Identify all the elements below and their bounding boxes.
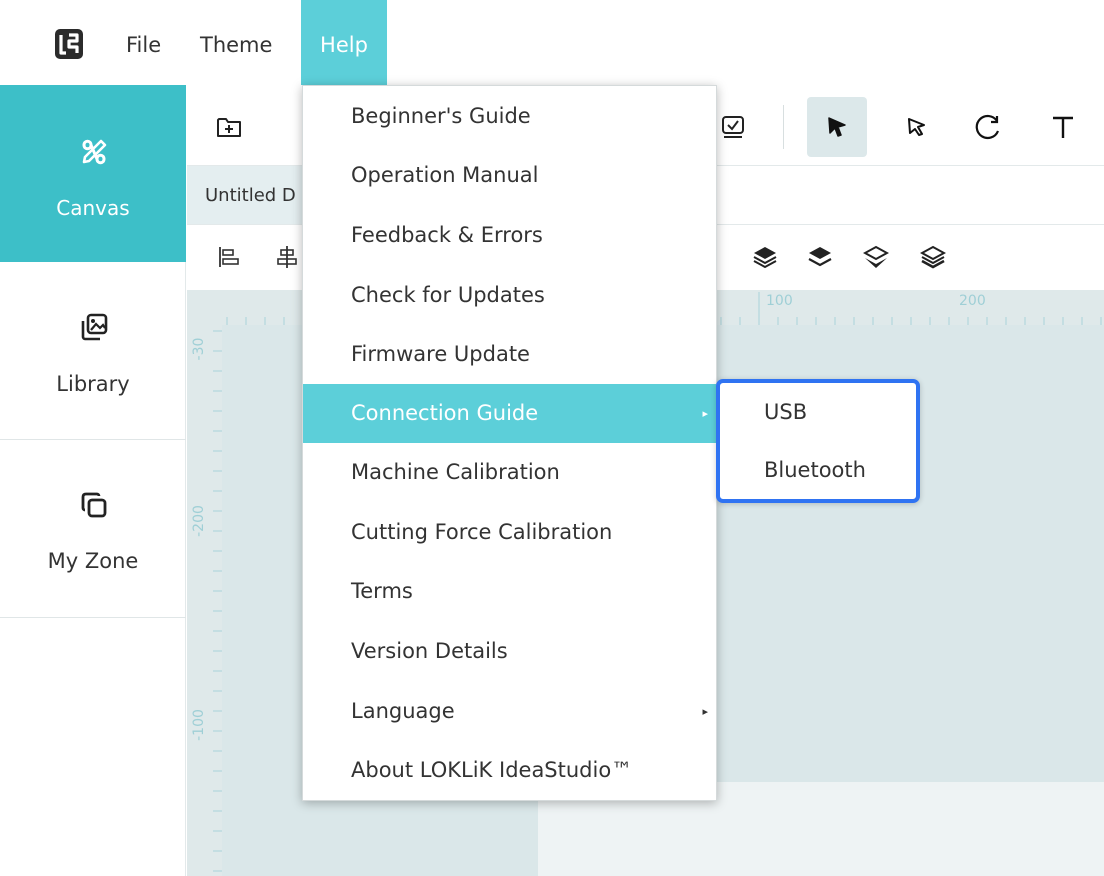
toolbar-divider [783,105,784,149]
sidebar-item-library[interactable]: Library [0,262,186,440]
select-tool-button[interactable] [807,97,867,157]
help-dropdown-menu: Beginner's Guide Operation Manual Feedba… [302,85,717,801]
bring-to-front-icon[interactable] [752,244,778,270]
ruler-label-200: 200 [959,293,986,309]
add-folder-button[interactable] [199,97,259,157]
menu-file[interactable]: File [126,0,161,85]
my-zone-icon [81,492,107,518]
help-item-feedback-errors[interactable]: Feedback & Errors [303,206,716,265]
help-item-firmware-update[interactable]: Firmware Update [303,325,716,384]
help-item-beginners-guide[interactable]: Beginner's Guide [303,87,716,146]
help-item-terms[interactable]: Terms [303,562,716,621]
sidebar-item-canvas-label: Canvas [56,196,130,220]
canvas-icon [82,139,107,165]
help-item-version-details[interactable]: Version Details [303,622,716,681]
help-item-connection-guide[interactable]: Connection Guide ▸ [303,384,716,443]
send-to-back-icon[interactable] [920,244,946,270]
submenu-item-usb[interactable]: USB [720,383,916,441]
align-center-icon[interactable] [275,245,299,269]
library-icon [81,313,108,341]
menu-help[interactable]: Help [301,0,387,85]
send-backward-icon[interactable] [863,244,889,270]
submenu-arrow-icon: ▸ [702,407,708,420]
menu-theme[interactable]: Theme [200,0,272,85]
left-sidebar: Canvas Library My Zone [0,85,186,876]
submenu-arrow-icon: ▸ [702,705,708,718]
text-icon [1053,116,1073,138]
text-tool-button[interactable] [1033,97,1093,157]
add-folder-icon [217,118,241,137]
app-logo-icon [55,29,83,59]
rotate-tool-button[interactable] [958,97,1018,157]
help-item-about[interactable]: About LOKLiK IdeaStudio™ [303,741,716,800]
connection-guide-submenu: USB Bluetooth [716,379,920,503]
align-left-icon[interactable] [217,245,241,269]
help-item-machine-calibration[interactable]: Machine Calibration [303,443,716,502]
submenu-item-bluetooth[interactable]: Bluetooth [720,441,916,499]
help-item-check-updates[interactable]: Check for Updates [303,266,716,325]
help-item-language[interactable]: Language ▸ [303,682,716,741]
sidebar-item-my-zone-label: My Zone [47,549,139,573]
vertical-ruler-ticks: -30 -200 -100 [191,330,222,872]
bring-forward-icon[interactable] [807,244,833,270]
node-select-icon [908,118,925,136]
rotate-icon [975,114,1000,140]
ruler-label-100: 100 [766,293,793,309]
document-tab[interactable]: Untitled D [187,166,317,224]
menu-bar: File Theme Help [0,0,1104,85]
node-select-tool-button[interactable] [887,97,947,157]
checkbox-image-icon [722,116,744,138]
ruler-label-minus-30: -30 [191,338,207,361]
select-arrow-icon [828,117,846,137]
help-item-operation-manual[interactable]: Operation Manual [303,146,716,205]
ruler-label-minus-100: -100 [191,709,207,741]
help-item-cutting-force-calibration[interactable]: Cutting Force Calibration [303,503,716,562]
vertical-ruler: -30 -200 -100 [187,325,222,876]
ruler-label-minus-200: -200 [191,505,207,537]
sidebar-item-canvas[interactable]: Canvas [0,85,186,262]
sidebar-item-library-label: Library [56,372,130,396]
sidebar-item-my-zone[interactable]: My Zone [0,440,186,618]
